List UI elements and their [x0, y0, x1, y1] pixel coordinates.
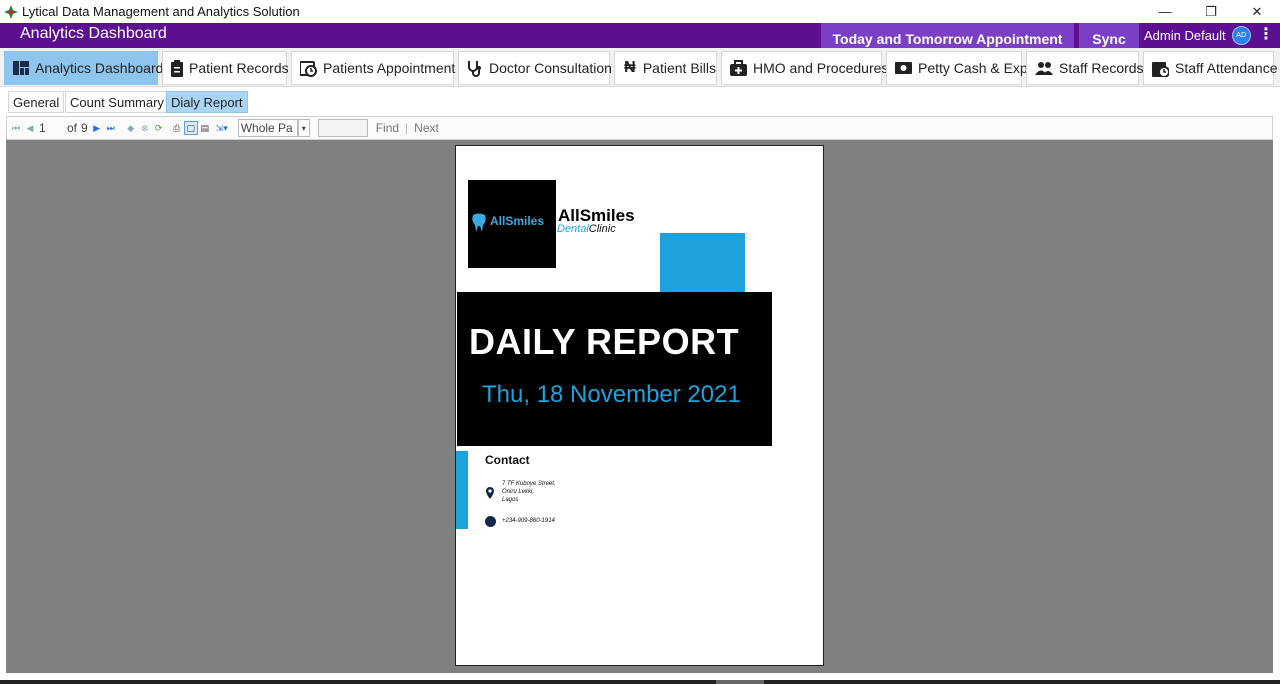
- address-line: Oniru Lekki,: [502, 489, 535, 495]
- app-logo-icon: [4, 4, 18, 19]
- minimize-button[interactable]: —: [1142, 0, 1188, 23]
- calendar-clock-icon: [300, 59, 317, 77]
- zoom-dropdown-icon[interactable]: ▾: [297, 119, 310, 137]
- back-icon[interactable]: ◆: [124, 121, 138, 135]
- window-title: Lytical Data Management and Analytics So…: [22, 4, 300, 19]
- report-title: DAILY REPORT: [469, 321, 740, 362]
- cash-icon: [895, 59, 912, 77]
- subtab-general[interactable]: General: [8, 91, 65, 113]
- avatar: AD: [1231, 26, 1251, 45]
- app-header: Analytics Dashboard Today and Tomorrow A…: [0, 23, 1280, 48]
- tab-patients-appointment[interactable]: Patients Appointment: [291, 51, 456, 85]
- report-date: Thu, 18 November 2021: [482, 381, 741, 408]
- tab-patient-bills[interactable]: ₦ Patient Bills: [614, 51, 717, 85]
- tab-label: Patient Bills: [642, 60, 716, 76]
- tab-hmo-procedures[interactable]: HMO and Procedures: [721, 51, 888, 85]
- tab-label: HMO and Procedures: [753, 60, 889, 76]
- tab-petty-cash[interactable]: Petty Cash & Exp.: [886, 51, 1032, 85]
- tab-analytics-dashboard[interactable]: Analytics Dashboard: [4, 51, 163, 85]
- window-titlebar: Lytical Data Management and Analytics So…: [0, 0, 1280, 23]
- location-pin-icon: [486, 487, 494, 499]
- tab-label: Patients Appointment: [323, 60, 456, 76]
- minimize-icon: —: [1158, 4, 1172, 19]
- contact-phone: +234-909-860-1914: [502, 518, 555, 524]
- brand-sub-clinic: Clinic: [588, 223, 616, 235]
- contact-address: 7 TF Kuboye Street, Oniru Lekki, Lagos: [502, 480, 556, 504]
- clinic-logo: AllSmiles: [468, 180, 556, 268]
- print-layout-icon[interactable]: ▢: [183, 121, 198, 135]
- title-band: DAILY REPORT Thu, 18 November 2021: [457, 292, 772, 446]
- phone-icon: [485, 516, 496, 527]
- tab-staff-attendance[interactable]: Staff Attendance: [1143, 51, 1278, 85]
- find-next-button[interactable]: Next: [414, 121, 439, 135]
- tooth-icon: [472, 213, 486, 232]
- address-line: Lagos: [502, 497, 519, 503]
- more-options-icon[interactable]: ⋮: [1258, 27, 1274, 43]
- find-button[interactable]: Find: [376, 121, 399, 135]
- find-input[interactable]: [317, 119, 368, 137]
- tab-doctor-consultation[interactable]: Doctor Consultation: [458, 51, 612, 85]
- stop-icon[interactable]: ⊗: [138, 121, 152, 135]
- horizontal-scrollbar[interactable]: [0, 673, 1280, 684]
- people-icon: [1035, 59, 1053, 77]
- previous-page-icon[interactable]: ◀: [23, 121, 37, 135]
- subtab-daily-report[interactable]: Dialy Report: [166, 91, 248, 113]
- tab-staff-records[interactable]: Staff Records: [1026, 51, 1144, 85]
- close-button[interactable]: ✕: [1234, 0, 1280, 23]
- tab-label: Doctor Consultation: [489, 60, 612, 76]
- user-name: Admin Default: [1144, 28, 1226, 43]
- tab-label: Petty Cash & Exp.: [918, 60, 1032, 76]
- page-of-label: of: [67, 121, 78, 135]
- user-menu[interactable]: Admin Default AD: [1144, 26, 1251, 45]
- decorative-blue-strip: [456, 451, 468, 529]
- tab-label: Analytics Dashboard: [35, 60, 164, 76]
- brand-sub-dental: Dental: [557, 223, 589, 235]
- report-page: AllSmiles AllSmiles DentalClinic DAILY R…: [455, 145, 824, 666]
- brand-subtitle: DentalClinic: [557, 223, 616, 235]
- sync-button[interactable]: Sync: [1079, 23, 1139, 48]
- header-title: Analytics Dashboard: [20, 25, 167, 42]
- appointment-button[interactable]: Today and Tomorrow Appointment: [821, 23, 1074, 48]
- restore-button[interactable]: ❐: [1188, 0, 1234, 23]
- subtab-count-summary[interactable]: Count Summary: [65, 91, 169, 113]
- page-setup-icon[interactable]: ▤: [198, 121, 212, 135]
- medical-bag-icon: [730, 59, 747, 77]
- main-nav: Analytics Dashboard Patient Records Pati…: [0, 48, 1280, 87]
- report-toolbar: ⏮ ◀ 1 of 9 ▶ ⏭ ◆ ⊗ ⟳ ⎙ ▢ ▤ ⇲▾ Whole Pa ▾…: [6, 116, 1273, 140]
- naira-icon: ₦: [624, 59, 636, 76]
- zoom-select[interactable]: Whole Pa: [237, 119, 298, 137]
- clipboard-icon: [171, 59, 183, 77]
- stethoscope-icon: [467, 59, 483, 77]
- close-icon: ✕: [1251, 3, 1263, 19]
- tab-patient-records[interactable]: Patient Records: [162, 51, 289, 85]
- next-page-icon[interactable]: ▶: [90, 121, 104, 135]
- page-number-input[interactable]: 1: [37, 119, 63, 137]
- subtab-bar: General Count Summary Dialy Report: [0, 87, 1280, 115]
- print-icon[interactable]: ⎙: [170, 121, 184, 135]
- total-pages: 9: [81, 121, 88, 135]
- first-page-icon[interactable]: ⏮: [9, 121, 23, 135]
- restore-icon: ❐: [1205, 3, 1217, 19]
- tab-label: Staff Attendance: [1175, 60, 1278, 76]
- tab-label: Staff Records: [1059, 60, 1144, 76]
- scrollbar-thumb[interactable]: [716, 680, 764, 684]
- export-icon[interactable]: ⇲▾: [212, 121, 232, 135]
- tab-label: Patient Records: [189, 60, 289, 76]
- attendance-icon: [1152, 59, 1169, 77]
- address-line: 7 TF Kuboye Street,: [502, 481, 556, 487]
- dashboard-icon: [13, 59, 29, 77]
- report-viewer: AllSmiles AllSmiles DentalClinic DAILY R…: [6, 140, 1273, 673]
- refresh-icon[interactable]: ⟳: [152, 121, 166, 135]
- logo-text: AllSmiles: [490, 214, 545, 228]
- decorative-blue-block: [660, 233, 745, 293]
- last-page-icon[interactable]: ⏭: [104, 121, 118, 135]
- contact-heading: Contact: [485, 453, 530, 467]
